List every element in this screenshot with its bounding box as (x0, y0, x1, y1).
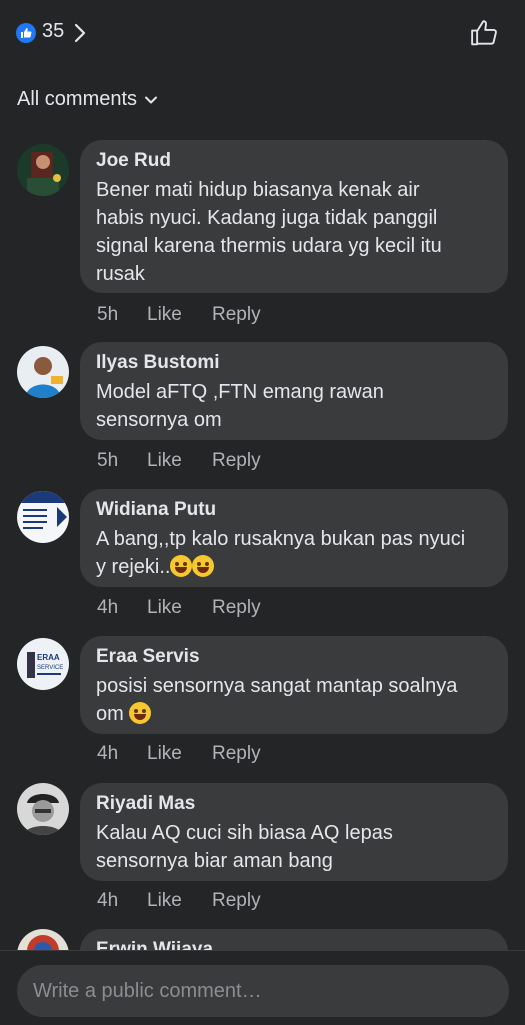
like-reaction-icon (16, 23, 36, 43)
avatar[interactable] (17, 491, 69, 543)
comment-timestamp: 4h (97, 890, 119, 911)
comment-timestamp: 5h (97, 304, 119, 325)
avatar[interactable] (17, 346, 69, 398)
comment-timestamp: 5h (97, 450, 119, 471)
like-link[interactable]: Like (147, 597, 212, 619)
reply-link[interactable]: Reply (212, 304, 261, 326)
rofl-emoji-icon (170, 555, 193, 577)
comment-bubble[interactable]: Widiana Putu A bang,,tp kalo rusaknya bu… (80, 489, 508, 587)
comment-bubble[interactable]: Ilyas Bustomi Model aFTQ ,FTN emang rawa… (80, 342, 508, 440)
comment-bubble[interactable]: Joe Rud Bener mati hidup biasanya kenak … (80, 140, 508, 293)
reply-link[interactable]: Reply (212, 597, 261, 619)
comment-filter-dropdown[interactable]: All comments (17, 88, 158, 111)
svg-text:ERAA: ERAA (37, 653, 60, 662)
chevron-down-icon (145, 96, 158, 103)
comment-bubble[interactable]: Eraa Servis posisi sensornya sangat mant… (80, 636, 508, 734)
rofl-emoji-icon (192, 555, 215, 577)
comment-text: A bang,,tp kalo rusaknya bukan pas nyuci… (96, 528, 466, 578)
reply-link[interactable]: Reply (212, 450, 261, 472)
commenter-name[interactable]: Joe Rud (96, 150, 171, 172)
svg-text:SERVICE: SERVICE (37, 665, 63, 671)
comment-composer-bar (0, 950, 525, 1025)
commenter-name[interactable]: Riyadi Mas (96, 793, 195, 815)
comment-timestamp: 4h (97, 743, 119, 764)
comment-text: Model aFTQ ,FTN emang rawan sensornya om (96, 381, 384, 431)
commenter-name[interactable]: Widiana Putu (96, 499, 216, 521)
like-link[interactable]: Like (147, 743, 212, 765)
like-link[interactable]: Like (147, 890, 212, 912)
reply-link[interactable]: Reply (212, 890, 261, 912)
commenter-name[interactable]: Ilyas Bustomi (96, 352, 220, 374)
like-button-icon[interactable] (469, 18, 499, 48)
reactions-bar[interactable]: 35 (0, 0, 525, 66)
comment-timestamp: 4h (97, 597, 119, 618)
commenter-name[interactable]: Eraa Servis (96, 646, 200, 668)
like-link[interactable]: Like (147, 450, 212, 472)
like-link[interactable]: Like (147, 304, 212, 326)
comment-bubble[interactable]: Riyadi Mas Kalau AQ cuci sih biasa AQ le… (80, 783, 508, 881)
comment-text: posisi sensornya sangat mantap soalnya o… (96, 675, 458, 725)
avatar[interactable] (17, 144, 69, 196)
chevron-right-icon[interactable] (72, 22, 88, 44)
grinning-sweat-emoji-icon (129, 702, 152, 724)
avatar[interactable]: ERAA SERVICE (17, 638, 69, 690)
comment-text: Kalau AQ cuci sih biasa AQ lepas sensorn… (96, 822, 393, 872)
reaction-count[interactable]: 35 (42, 20, 64, 43)
comment-filter-label: All comments (17, 88, 138, 110)
comment-text: Bener mati hidup biasanya kenak air habi… (96, 179, 442, 285)
reply-link[interactable]: Reply (212, 743, 261, 765)
avatar[interactable] (17, 783, 69, 835)
comment-input[interactable] (17, 965, 509, 1017)
